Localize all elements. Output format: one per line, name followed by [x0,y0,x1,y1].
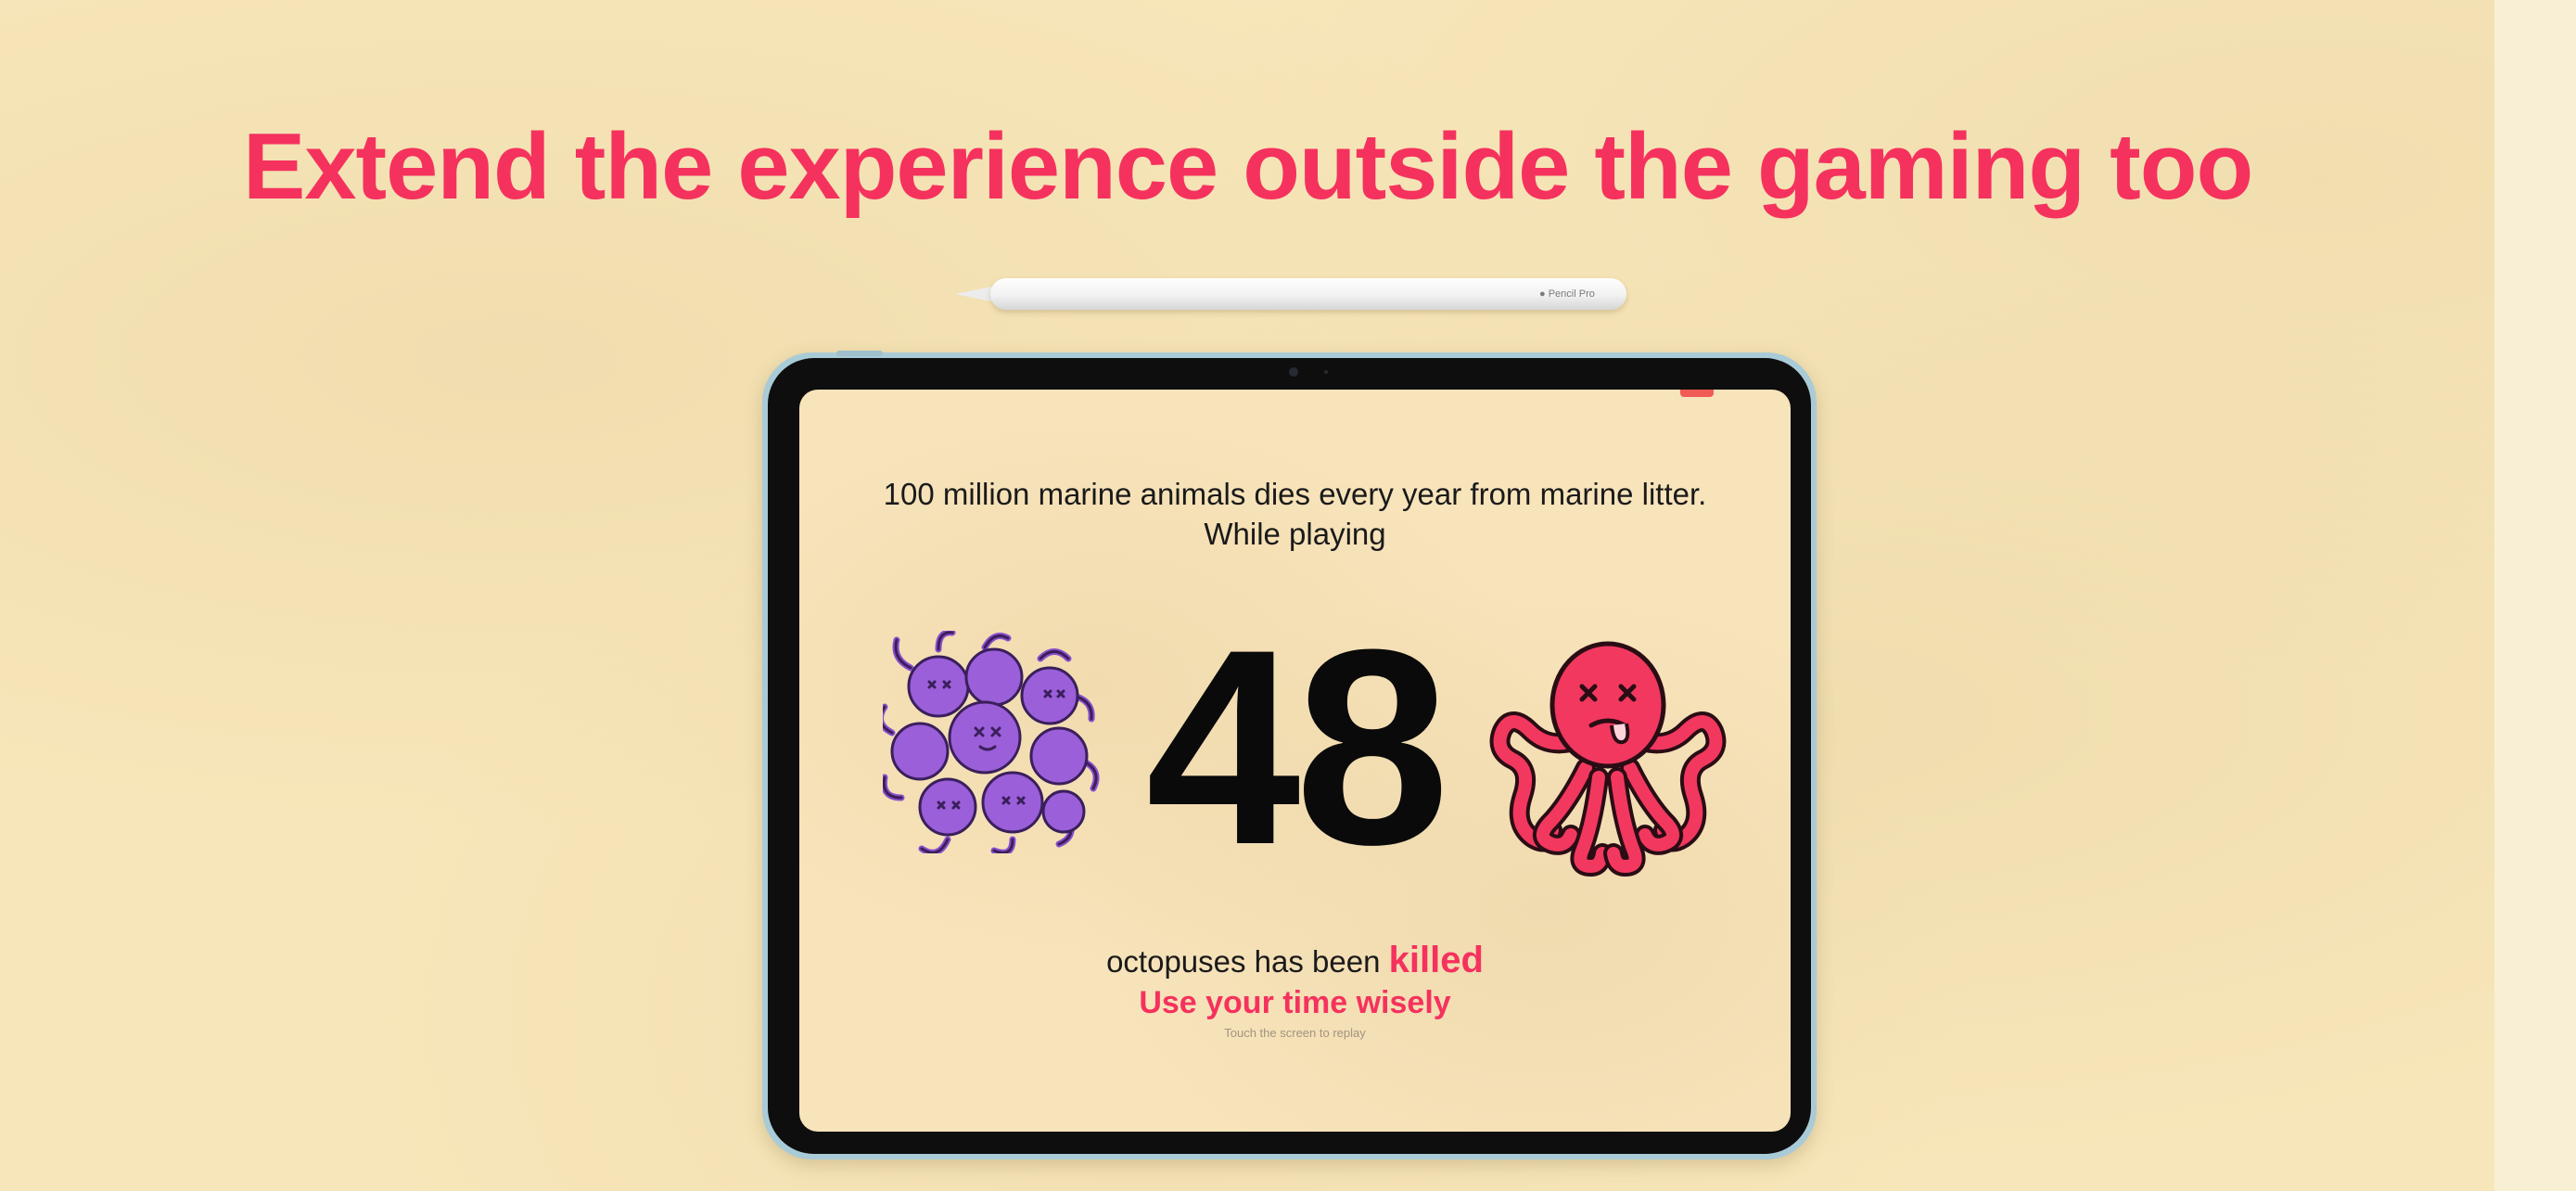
killed-prefix: octopuses has been [1106,944,1389,979]
ipad-device: 100 million marine animals dies every ye… [762,351,1817,1159]
page-headline: Extend the experience outside the gaming… [243,115,2253,219]
use-time-wisely-message: Use your time wisely [1139,985,1451,1020]
octopus-pile-icon [883,631,1100,853]
apple-pencil: ● Pencil Pro [955,276,1630,312]
ipad-top-button [836,351,883,356]
dead-octopus-icon [1489,641,1727,877]
status-indicator [1680,390,1714,397]
pencil-body [990,278,1626,310]
apple-logo-icon: ● [1539,288,1546,300]
marine-litter-fact: 100 million marine animals dies every ye… [883,477,1707,511]
ipad-bezel: 100 million marine animals dies every ye… [768,358,1811,1154]
replay-hint[interactable]: Touch the screen to replay [799,1026,1791,1041]
kill-counter: 48 [1145,591,1450,903]
page-edge-strip [2494,0,2576,1191]
killed-word: killed [1388,940,1484,980]
ambient-sensor-icon [1324,370,1328,374]
while-playing-label: While playing [1204,517,1386,551]
game-over-screen[interactable]: 100 million marine animals dies every ye… [799,390,1791,1132]
pencil-label-text: Pencil Pro [1548,288,1595,300]
pencil-label: ● Pencil Pro [1539,288,1595,301]
front-camera-icon [1289,367,1298,377]
